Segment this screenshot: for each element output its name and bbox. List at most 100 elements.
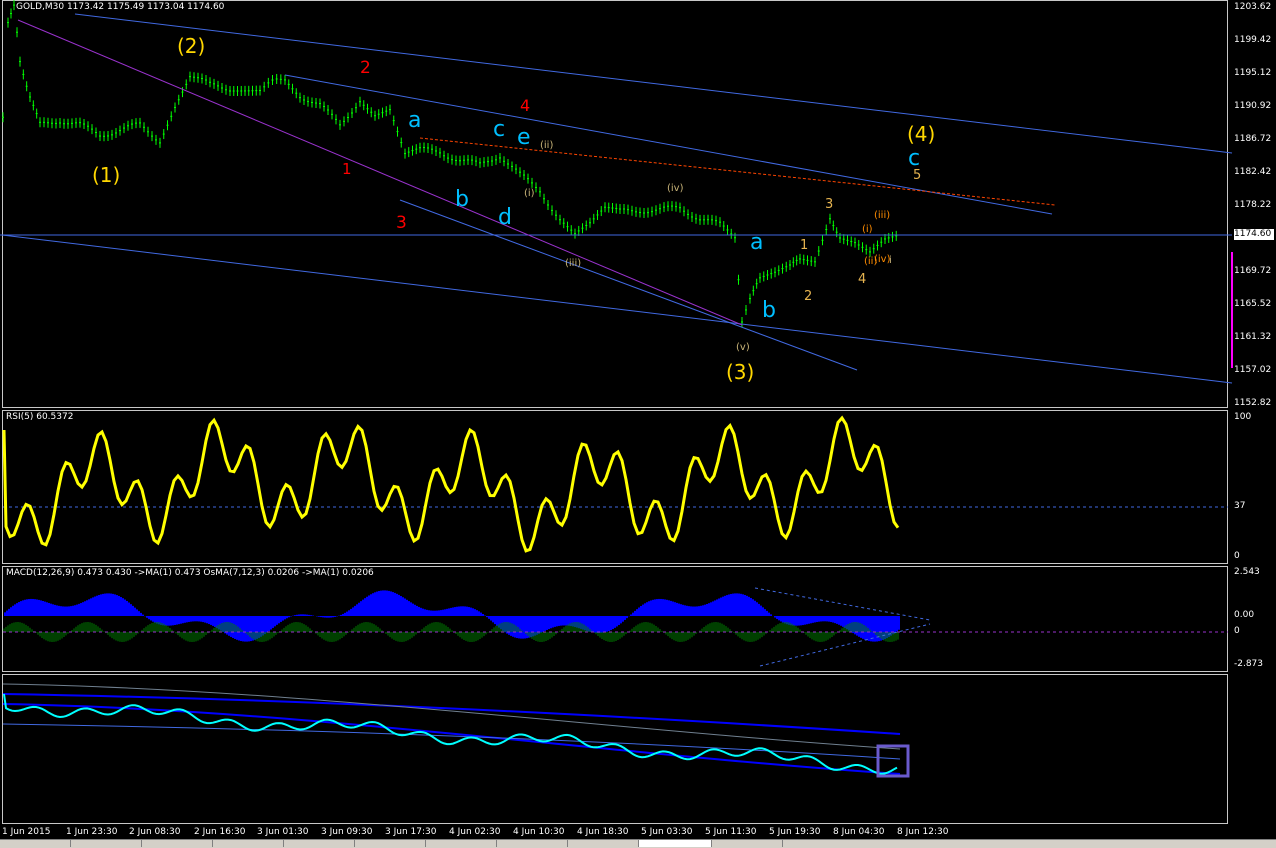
macd-bar [598,616,600,633]
rsi-line [4,418,898,551]
macd-bar [552,616,554,628]
macd-bar [656,599,658,616]
macd-bar [666,600,668,616]
wave-label: (i) [862,224,873,235]
macd-bar [204,616,206,623]
macd-bar [192,616,194,621]
macd-bar [794,616,796,626]
chart-tab-active[interactable] [639,840,712,847]
macd-bar [702,605,704,616]
macd-bar [74,605,76,616]
trend-line[interactable] [2,235,1232,383]
rsi-chart-svg[interactable] [0,410,1276,564]
macd-bar [136,609,138,616]
macd-bar [284,616,286,619]
rsi-pane[interactable]: RSI(5) 60.5372 100 37 0 [0,410,1276,564]
selection-box[interactable] [878,746,908,776]
macd-bar [840,616,842,626]
macd-bar [596,616,598,633]
macd-bar [100,594,102,616]
chart-tab[interactable] [568,840,639,847]
trend-line[interactable] [400,200,857,370]
chart-tab[interactable] [497,840,568,847]
band-line [3,724,900,759]
macd-bar [86,600,88,616]
chart-tab[interactable] [355,840,426,847]
macd-bar [420,608,422,616]
macd-bar [242,616,244,641]
macd-tick-zero-b: 0 [1234,626,1240,636]
macd-bar [368,595,370,616]
macd-bar [140,613,142,616]
chart-tab[interactable] [142,840,213,847]
macd-bar [436,611,438,616]
macd-bar [94,597,96,616]
macd-pane[interactable]: MACD(12,26,9) 0.473 0.430 ->MA(1) 0.473 … [0,566,1276,672]
main-price-pane[interactable]: GOLD,M30 1173.42 1175.49 1173.04 1174.60… [0,0,1276,408]
macd-bar [178,616,180,624]
macd-chart-svg[interactable] [0,566,1276,672]
chart-tab[interactable] [712,840,783,847]
macd-bar [286,616,288,618]
macd-bar [490,616,492,621]
trend-line[interactable] [420,138,1055,205]
macd-bar [146,616,148,618]
macd-bar [78,604,80,616]
macd-bar [768,613,770,616]
macd-bar [134,608,136,616]
macd-bar [52,604,54,616]
price-tick: 1195.12 [1234,68,1271,78]
macd-bar [688,606,690,616]
bands-chart-svg[interactable] [0,674,1276,824]
macd-bar [556,616,558,626]
macd-bar [200,616,202,622]
macd-bar [176,616,178,625]
macd-bar [116,595,118,616]
macd-bar [838,616,840,625]
chart-tab[interactable] [426,840,497,847]
macd-bar [690,606,692,616]
macd-tick-min: -2.873 [1234,659,1263,669]
macd-bar [524,616,526,638]
chart-tab[interactable] [284,840,355,847]
macd-bar [60,606,62,616]
macd-bar [496,616,498,626]
macd-bar [464,606,466,616]
wave-label: (iii) [874,210,890,221]
macd-bar [818,616,820,622]
chart-tab[interactable] [0,840,71,847]
macd-bar [122,598,124,616]
main-chart-svg[interactable] [0,0,1276,408]
macd-bar [328,616,330,618]
macd-bar [84,601,86,616]
macd-bar [780,616,782,621]
macd-bar [172,616,174,625]
macd-bar [96,596,98,616]
macd-bar [138,611,140,616]
macd-bar [674,602,676,616]
macd-bar [722,597,724,616]
macd-bar [190,616,192,622]
macd-bar [98,595,100,616]
macd-bar [388,591,390,616]
macd-bar [778,616,780,620]
macd-bar [662,599,664,616]
macd-bar [634,611,636,616]
macd-bar [148,616,150,619]
macd-bar [198,616,200,621]
chart-tab[interactable] [213,840,284,847]
macd-bar [372,593,374,616]
macd-bar [824,616,826,621]
macd-bar [612,616,614,629]
macd-bar [196,616,198,621]
trend-line-magenta[interactable] [18,20,742,325]
macd-bar [648,601,650,616]
macd-bar [738,594,740,616]
macd-bar [698,606,700,616]
trend-line[interactable] [75,14,1232,153]
bands-indicator-pane[interactable] [0,674,1276,824]
chart-tab[interactable] [71,840,142,847]
macd-bar [342,614,344,616]
macd-bar [30,599,32,616]
macd-bar [294,615,296,616]
